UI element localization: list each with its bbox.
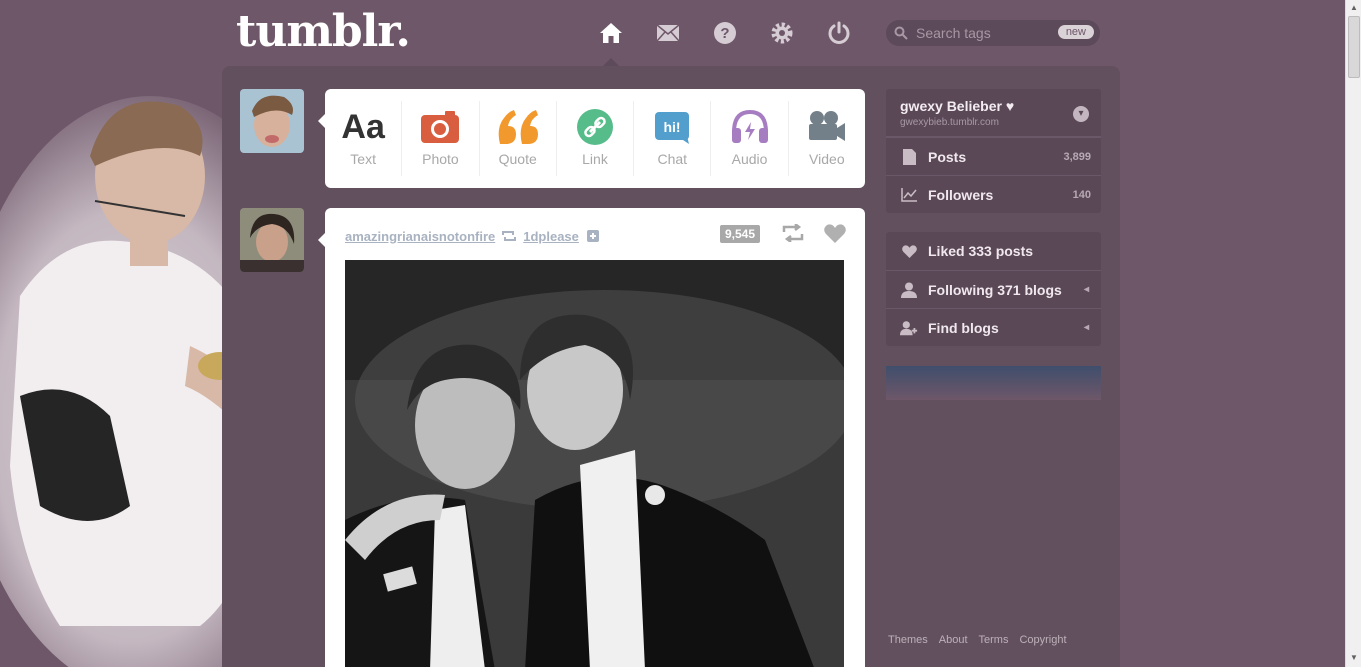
video-camera-icon <box>807 107 847 147</box>
sidebar-item-label: Followers <box>928 186 994 203</box>
svg-text:hi!: hi! <box>664 119 681 135</box>
camera-icon <box>421 107 460 147</box>
sidebar-item-likes[interactable]: Liked 333 posts <box>886 232 1101 270</box>
text-icon: Aa <box>341 107 385 146</box>
document-icon <box>900 148 918 166</box>
sidebar-item-label: Following 371 blogs <box>928 281 1062 298</box>
new-audio-post-button[interactable]: Audio <box>711 101 789 176</box>
top-bar: tumblr. ? new <box>0 0 1345 67</box>
sidebar-item-following[interactable]: Following 371 blogs ◂ <box>886 270 1101 308</box>
blog-url[interactable]: gwexybieb.tumblr.com <box>900 117 1087 128</box>
new-video-post-button[interactable]: Video <box>789 101 865 176</box>
new-badge: new <box>1057 25 1094 39</box>
home-icon[interactable] <box>598 20 624 46</box>
sidebar-item-label: Liked 333 posts <box>928 243 1034 259</box>
new-link-post-button[interactable]: Link <box>557 101 635 176</box>
footer-links: Themes About Terms Copyright <box>888 634 1067 646</box>
activity-panel: Liked 333 posts Following 371 blogs ◂ Fi… <box>886 232 1101 346</box>
scroll-down-icon[interactable]: ▼ <box>1350 653 1358 662</box>
post-pointer <box>318 233 325 247</box>
footer-link-themes[interactable]: Themes <box>888 634 928 646</box>
chevron-down-icon[interactable]: ▾ <box>1073 106 1089 122</box>
footer-link-copyright[interactable]: Copyright <box>1019 634 1066 646</box>
tumblr-logo[interactable]: tumblr. <box>236 6 411 57</box>
heart-like-icon[interactable] <box>824 224 846 248</box>
tag-search[interactable]: new <box>886 20 1100 46</box>
post-type-label: Quote <box>498 151 537 167</box>
sidebar-item-find-blogs[interactable]: Find blogs ◂ <box>886 308 1101 346</box>
person-icon <box>900 281 918 299</box>
blog-header[interactable]: gwexy Belieber ♥ gwexybieb.tumblr.com ▾ <box>886 89 1101 137</box>
radar-widget[interactable] <box>886 366 1101 400</box>
post-photo[interactable] <box>345 260 844 667</box>
question-icon[interactable]: ? <box>712 20 738 46</box>
heart-icon <box>900 242 918 260</box>
power-icon[interactable] <box>826 20 852 46</box>
avatar-pointer <box>318 114 325 128</box>
scrollbar[interactable]: ▲ ▼ <box>1345 0 1361 667</box>
footer-link-about[interactable]: About <box>939 634 968 646</box>
post-author-link[interactable]: amazingrianaisnotonfire <box>345 229 495 244</box>
svg-text:?: ? <box>720 25 729 42</box>
blog-panel: gwexy Belieber ♥ gwexybieb.tumblr.com ▾ … <box>886 89 1101 213</box>
followers-count: 140 <box>1072 188 1091 201</box>
reblog-small-icon <box>502 231 517 241</box>
post-type-label: Audio <box>731 151 768 167</box>
posts-count: 3,899 <box>1063 150 1091 163</box>
arrow-icon: ◂ <box>1083 284 1089 295</box>
new-chat-post-button[interactable]: hi! Chat <box>634 101 712 176</box>
headphones-icon <box>730 107 770 147</box>
user-avatar[interactable] <box>240 89 304 153</box>
search-icon <box>894 26 908 40</box>
post-header: amazingrianaisnotonfire 1dplease <box>345 226 845 246</box>
post-type-label: Video <box>809 151 845 167</box>
sidebar-item-posts[interactable]: Posts 3,899 <box>886 137 1101 175</box>
new-quote-post-button[interactable]: Quote <box>480 101 557 176</box>
footer-link-terms[interactable]: Terms <box>979 634 1009 646</box>
blog-name[interactable]: gwexy Belieber ♥ <box>900 98 1087 114</box>
scroll-up-icon[interactable]: ▲ <box>1350 3 1358 12</box>
link-icon <box>576 107 614 147</box>
post-type-label: Text <box>350 151 376 167</box>
reblog-icon[interactable] <box>782 223 804 247</box>
post-type-bar: Aa Text Photo Quote Link hi! Chat Audio <box>325 89 865 188</box>
new-photo-post-button[interactable]: Photo <box>402 101 480 176</box>
gear-icon[interactable] <box>769 20 795 46</box>
scroll-thumb[interactable] <box>1348 16 1360 78</box>
new-text-post-button[interactable]: Aa Text <box>325 101 403 176</box>
reblogged-from-link[interactable]: 1dplease <box>523 229 579 244</box>
post-author-avatar[interactable] <box>240 208 304 272</box>
notes-count[interactable]: 9,545 <box>720 225 761 243</box>
post-type-label: Photo <box>422 151 459 167</box>
envelope-icon[interactable] <box>655 20 681 46</box>
arrow-icon: ◂ <box>1083 322 1089 333</box>
post-type-label: Chat <box>657 151 688 167</box>
chart-icon <box>900 186 918 204</box>
sidebar-item-label: Find blogs <box>928 319 999 336</box>
follow-plus-icon[interactable] <box>586 230 599 242</box>
post-type-label: Link <box>582 151 608 167</box>
quote-icon <box>496 107 540 147</box>
dashboard-post: amazingrianaisnotonfire 1dplease 9,545 <box>325 208 865 667</box>
person-add-icon <box>900 319 918 337</box>
search-input[interactable] <box>916 25 1046 41</box>
sidebar-item-followers[interactable]: Followers 140 <box>886 175 1101 213</box>
sidebar-item-label: Posts <box>928 148 967 165</box>
chat-icon: hi! <box>653 107 691 147</box>
